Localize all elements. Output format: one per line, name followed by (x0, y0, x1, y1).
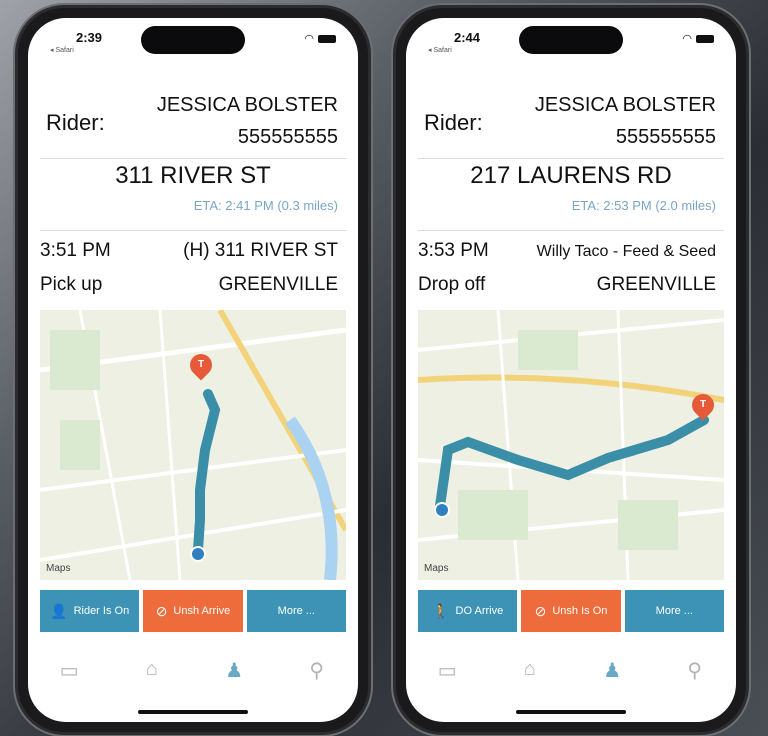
trip-destination: Willy Taco - Feed & Seed (536, 243, 716, 260)
profile-icon: ⚲ (309, 660, 325, 682)
status-icons: ◠ (682, 32, 714, 45)
vehicle-icon: ⌂ (145, 658, 158, 680)
route-map[interactable]: T Maps (40, 310, 346, 580)
vehicle-icon: ⌂ (523, 658, 536, 680)
walk-icon: 🚶 (432, 602, 450, 619)
destination-pin-icon: T (687, 389, 719, 421)
phone-pickup: 2:39 ◂ Safari ◠ Rider: JESSICA BOLSTER 5… (18, 8, 368, 732)
trip-city: GREENVILLE (596, 274, 716, 295)
trip-time: 3:53 PM (418, 240, 489, 261)
trip-eta: ETA: 2:53 PM (2.0 miles) (571, 198, 716, 213)
profile-icon: ⚲ (687, 660, 703, 682)
dynamic-island (519, 26, 623, 54)
rider-name: JESSICA BOLSTER (156, 94, 338, 116)
current-location-icon (190, 546, 206, 562)
trip-action: Pick up (40, 274, 103, 295)
divider (40, 230, 346, 231)
maps-attribution: Maps (424, 563, 449, 574)
more-button[interactable]: More ... (246, 590, 346, 632)
cancel-icon: ⊘ (534, 602, 547, 619)
unsh-is-on-button[interactable]: ⊘ Unsh Is On (521, 590, 621, 632)
maps-attribution: Maps (46, 563, 71, 574)
trip-address: 311 RIVER ST (115, 162, 271, 189)
home-indicator (138, 710, 248, 714)
home-indicator (516, 710, 626, 714)
more-button[interactable]: More ... (624, 590, 724, 632)
status-time: 2:44 (454, 30, 481, 45)
action-buttons: 👤 Rider Is On ⊘ Unsh Arrive More ... (40, 590, 346, 632)
wifi-icon: ◠ (304, 33, 314, 45)
rider-icon: 👤 (50, 602, 68, 619)
person-icon: ♟ (225, 660, 244, 682)
trip-time: 3:51 PM (40, 240, 111, 261)
tab-1[interactable]: ▭ (406, 648, 489, 708)
tab-3[interactable]: ♟ (571, 648, 654, 708)
rider-info: Rider: JESSICA BOLSTER 555555555 (418, 80, 724, 159)
do-arrive-button[interactable]: 🚶 DO Arrive (418, 590, 518, 632)
back-to-safari-link[interactable]: ◂ Safari (50, 46, 74, 54)
tab-3[interactable]: ♟ (193, 648, 276, 708)
tab-2[interactable]: ⌂ (489, 648, 572, 708)
document-icon: ▭ (59, 660, 79, 682)
phone-dropoff: 2:44 ◂ Safari ◠ Rider: JESSICA BOLSTER 5… (396, 8, 746, 732)
tab-4[interactable]: ⚲ (276, 648, 359, 708)
cancel-icon: ⊘ (155, 602, 168, 619)
rider-name: JESSICA BOLSTER (534, 94, 716, 116)
trip-address: 217 LAURENS RD (470, 162, 672, 189)
rider-label: Rider: (46, 110, 105, 135)
map-graphic (40, 310, 346, 580)
screen: 2:44 ◂ Safari ◠ Rider: JESSICA BOLSTER 5… (406, 18, 736, 722)
trip-destination: (H) 311 RIVER ST (183, 240, 338, 261)
trip-city: GREENVILLE (218, 274, 338, 295)
rider-phone[interactable]: 555555555 (616, 126, 716, 149)
trip-eta: ETA: 2:41 PM (0.3 miles) (193, 198, 338, 213)
trip-action: Drop off (418, 274, 486, 295)
tab-bar: ▭ ⌂ ♟ ⚲ (28, 648, 358, 708)
wifi-icon: ◠ (682, 33, 692, 45)
status-icons: ◠ (304, 32, 336, 45)
divider (418, 230, 724, 231)
dynamic-island (141, 26, 245, 54)
destination-pin-icon: T (185, 349, 217, 381)
rider-phone[interactable]: 555555555 (238, 126, 338, 149)
rider-info: Rider: JESSICA BOLSTER 555555555 (40, 80, 346, 159)
rider-label: Rider: (424, 110, 483, 135)
map-graphic (418, 310, 724, 580)
document-icon: ▭ (437, 660, 457, 682)
battery-icon (696, 35, 714, 44)
screen: 2:39 ◂ Safari ◠ Rider: JESSICA BOLSTER 5… (28, 18, 358, 722)
tab-4[interactable]: ⚲ (654, 648, 737, 708)
rider-is-on-button[interactable]: 👤 Rider Is On (40, 590, 140, 632)
route-map[interactable]: T Maps (418, 310, 724, 580)
action-buttons: 🚶 DO Arrive ⊘ Unsh Is On More ... (418, 590, 724, 632)
back-to-safari-link[interactable]: ◂ Safari (428, 46, 452, 54)
tab-bar: ▭ ⌂ ♟ ⚲ (406, 648, 736, 708)
current-location-icon (434, 502, 450, 518)
tab-1[interactable]: ▭ (28, 648, 111, 708)
person-icon: ♟ (603, 660, 622, 682)
battery-icon (318, 35, 336, 44)
unsh-arrive-button[interactable]: ⊘ Unsh Arrive (143, 590, 243, 632)
status-time: 2:39 (76, 30, 103, 45)
tab-2[interactable]: ⌂ (111, 648, 194, 708)
